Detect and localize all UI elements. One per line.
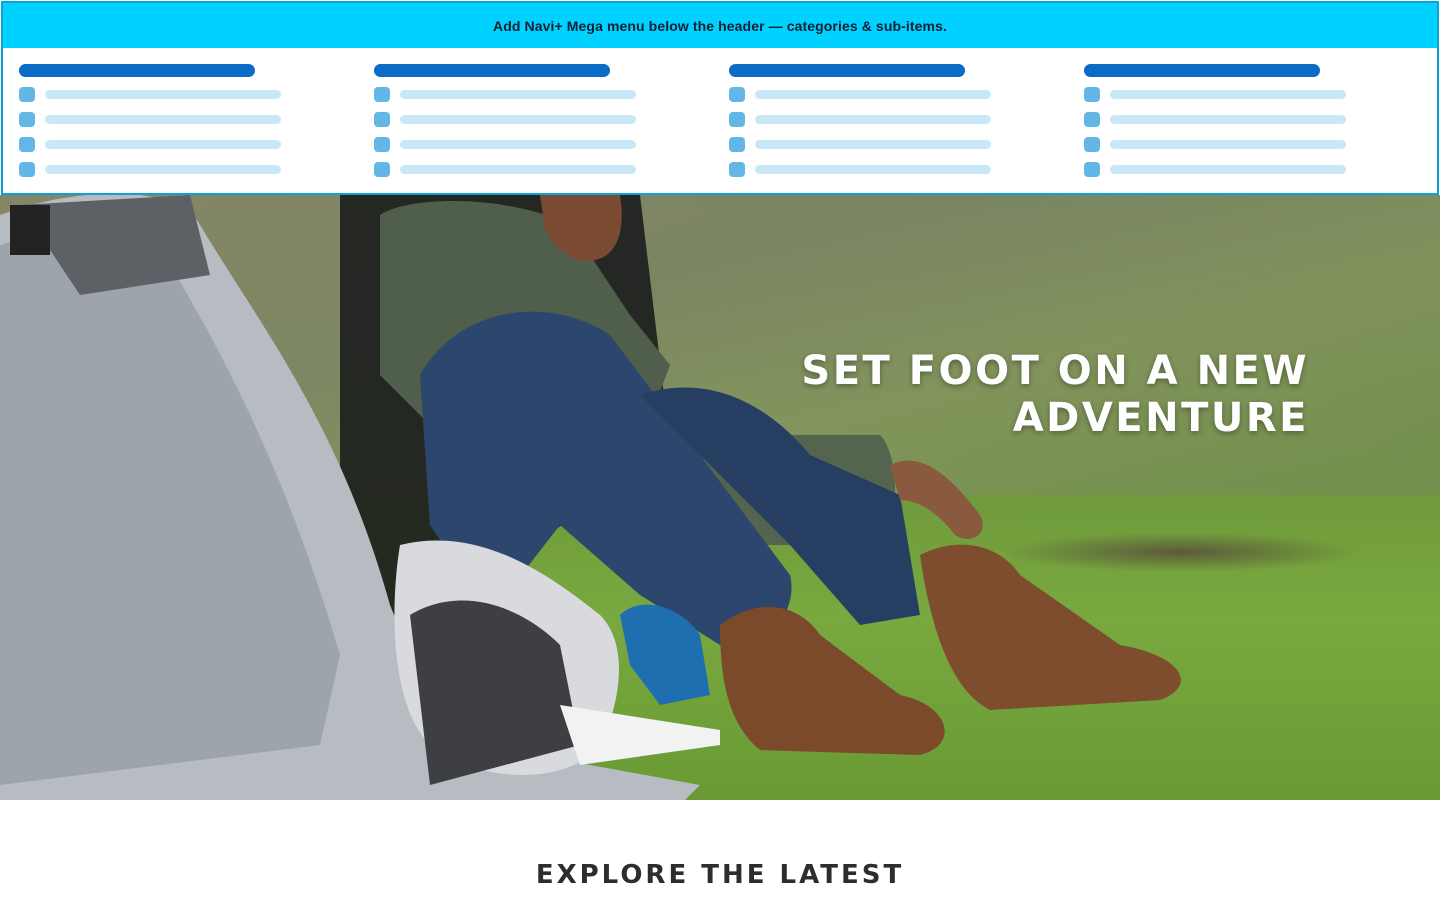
sub-item-icon bbox=[1084, 162, 1100, 177]
sub-item-label-placeholder bbox=[400, 140, 636, 149]
mega-menu-columns bbox=[3, 48, 1437, 193]
sub-item-placeholder[interactable] bbox=[374, 137, 674, 152]
sub-item-label-placeholder bbox=[1110, 140, 1346, 149]
explore-heading: EXPLORE THE LATEST bbox=[535, 860, 905, 890]
sub-item-placeholder[interactable] bbox=[1084, 137, 1384, 152]
sub-item-icon bbox=[729, 112, 745, 127]
sub-item-icon bbox=[374, 162, 390, 177]
category-placeholder[interactable] bbox=[1084, 64, 1320, 77]
sub-item-icon bbox=[729, 137, 745, 152]
sub-item-label-placeholder bbox=[400, 165, 636, 174]
sub-item-label-placeholder bbox=[1110, 165, 1346, 174]
sub-item-icon bbox=[1084, 112, 1100, 127]
mega-menu-column-2 bbox=[374, 64, 674, 177]
sub-item-icon bbox=[374, 112, 390, 127]
category-placeholder[interactable] bbox=[19, 64, 255, 77]
explore-section: EXPLORE THE LATEST bbox=[0, 800, 1440, 900]
mega-menu-banner: Add Navi+ Mega menu below the header — c… bbox=[3, 3, 1437, 48]
sub-item-icon bbox=[19, 137, 35, 152]
sub-item-placeholder[interactable] bbox=[374, 112, 674, 127]
sub-item-label-placeholder bbox=[400, 90, 636, 99]
category-placeholder[interactable] bbox=[729, 64, 965, 77]
sub-item-label-placeholder bbox=[755, 140, 991, 149]
sub-item-label-placeholder bbox=[45, 165, 281, 174]
mega-menu-placeholder: Add Navi+ Mega menu below the header — c… bbox=[1, 1, 1439, 195]
sub-item-placeholder[interactable] bbox=[729, 87, 1029, 102]
hero-banner[interactable]: SET FOOT ON A NEW ADVENTURE bbox=[0, 195, 1440, 800]
hero-title-line-2: ADVENTURE bbox=[1012, 395, 1309, 441]
mega-menu-column-3 bbox=[729, 64, 1029, 177]
sub-item-placeholder[interactable] bbox=[19, 112, 319, 127]
sub-item-icon bbox=[729, 162, 745, 177]
sub-item-label-placeholder bbox=[400, 115, 636, 124]
sub-item-label-placeholder bbox=[755, 165, 991, 174]
mega-menu-column-4 bbox=[1084, 64, 1384, 177]
sub-item-label-placeholder bbox=[45, 90, 281, 99]
hero-title: SET FOOT ON A NEW ADVENTURE bbox=[789, 348, 1309, 442]
sub-item-label-placeholder bbox=[45, 140, 281, 149]
sub-item-placeholder[interactable] bbox=[729, 162, 1029, 177]
sub-item-icon bbox=[19, 162, 35, 177]
sub-item-icon bbox=[1084, 137, 1100, 152]
sub-item-label-placeholder bbox=[755, 90, 991, 99]
sub-item-placeholder[interactable] bbox=[19, 87, 319, 102]
sub-item-placeholder[interactable] bbox=[1084, 112, 1384, 127]
sub-item-label-placeholder bbox=[755, 115, 991, 124]
sub-item-icon bbox=[374, 137, 390, 152]
sub-item-placeholder[interactable] bbox=[729, 137, 1029, 152]
sub-item-placeholder[interactable] bbox=[19, 162, 319, 177]
sub-item-label-placeholder bbox=[45, 115, 281, 124]
sub-item-label-placeholder bbox=[1110, 90, 1346, 99]
sub-item-placeholder[interactable] bbox=[374, 162, 674, 177]
sub-item-placeholder[interactable] bbox=[374, 87, 674, 102]
sub-item-icon bbox=[1084, 87, 1100, 102]
sub-item-icon bbox=[19, 112, 35, 127]
category-placeholder[interactable] bbox=[374, 64, 610, 77]
sub-item-label-placeholder bbox=[1110, 115, 1346, 124]
sub-item-placeholder[interactable] bbox=[1084, 162, 1384, 177]
sub-item-placeholder[interactable] bbox=[19, 137, 319, 152]
sub-item-icon bbox=[19, 87, 35, 102]
mega-menu-column-1 bbox=[19, 64, 319, 177]
hero-title-line-1: SET FOOT ON A NEW bbox=[801, 348, 1309, 394]
sub-item-placeholder[interactable] bbox=[729, 112, 1029, 127]
sub-item-placeholder[interactable] bbox=[1084, 87, 1384, 102]
hero-tent-image bbox=[0, 195, 720, 800]
sub-item-icon bbox=[729, 87, 745, 102]
sub-item-icon bbox=[374, 87, 390, 102]
